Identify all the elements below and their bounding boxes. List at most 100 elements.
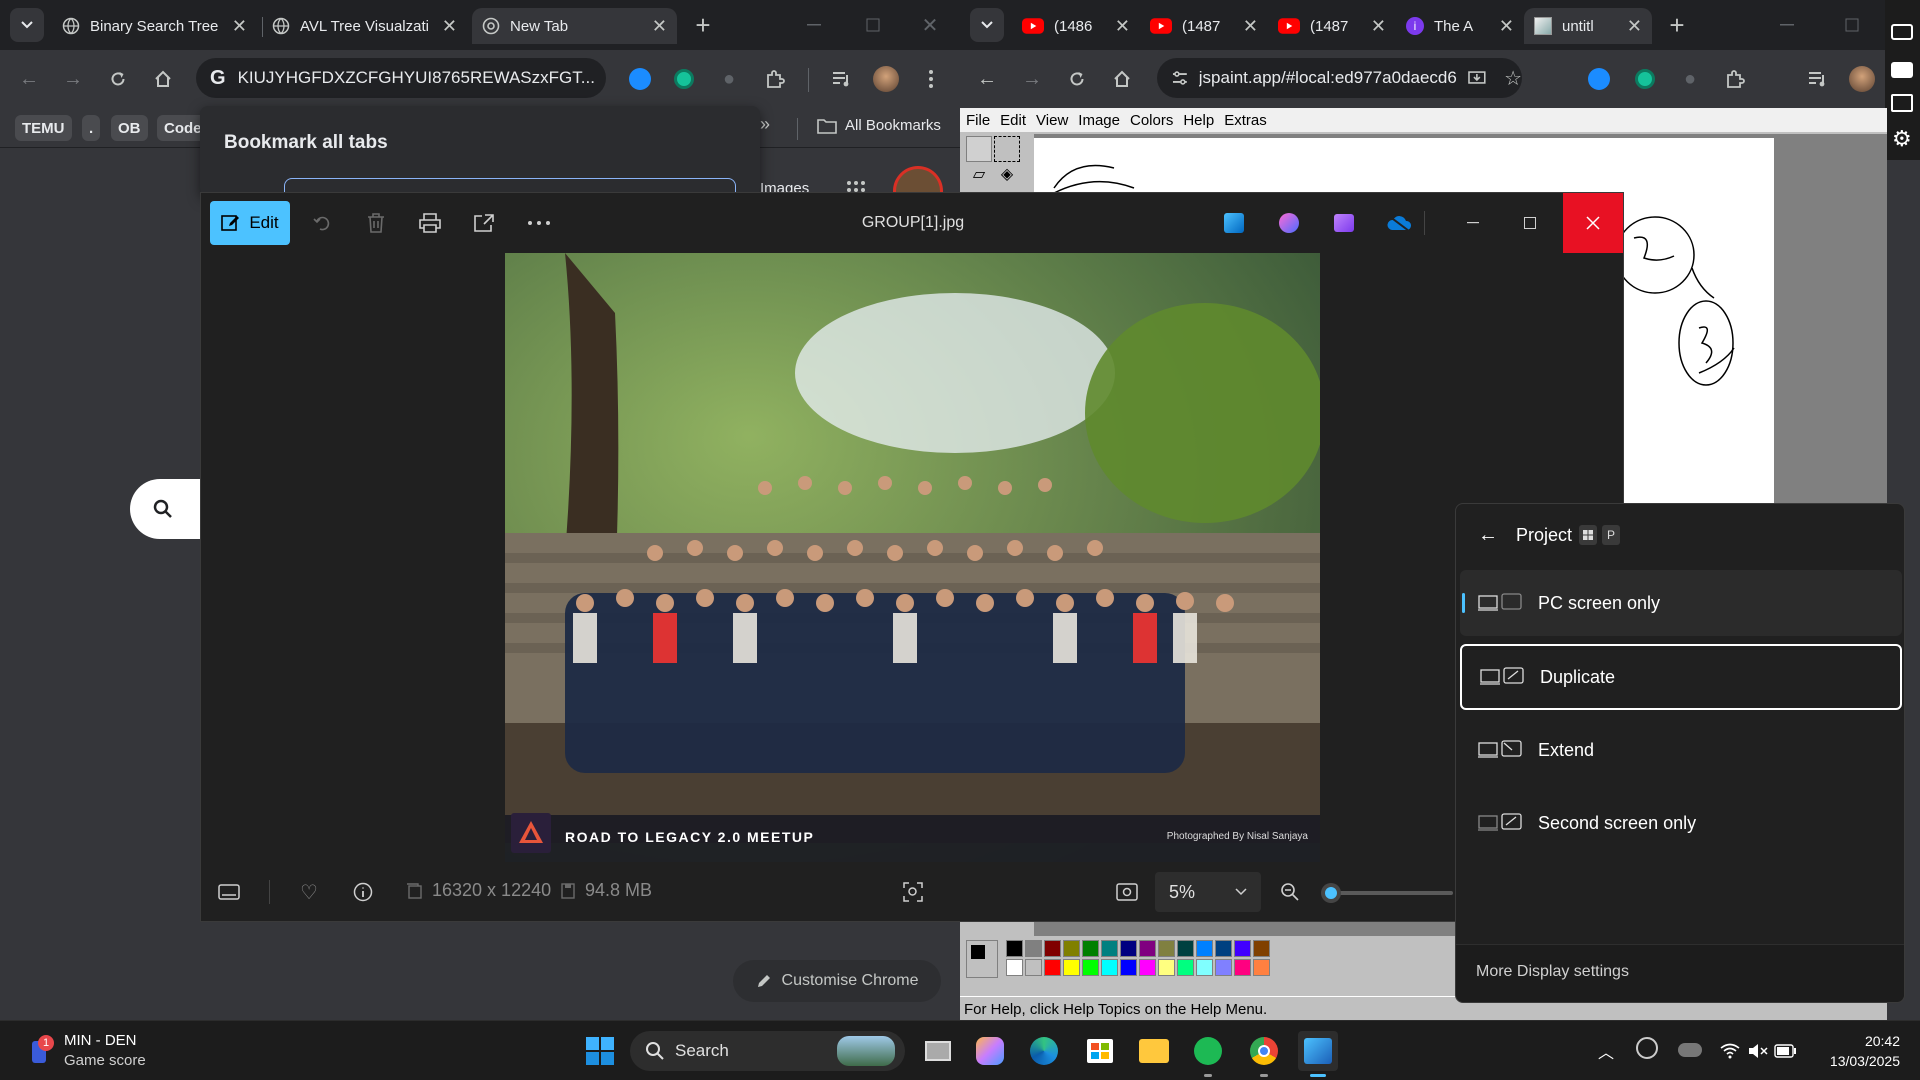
show-hidden-icons-chevron-icon[interactable]: ︿ — [1598, 1039, 1614, 1063]
zoom-select[interactable]: 5% — [1155, 872, 1261, 912]
grammarly-extension-icon[interactable] — [667, 62, 701, 96]
tab-youtube-3[interactable]: (1487 ✕ — [1268, 8, 1396, 44]
palette-swatch[interactable] — [1044, 940, 1061, 957]
star-icon[interactable]: ☆ — [1504, 66, 1522, 91]
home-button[interactable] — [146, 62, 180, 96]
close-window-button[interactable] — [1563, 193, 1623, 253]
palette-swatch[interactable] — [1101, 940, 1118, 957]
palette-swatch[interactable] — [1006, 959, 1023, 976]
eraser-tool[interactable]: ▱ — [966, 164, 992, 190]
close-tab-icon[interactable]: ✕ — [1115, 16, 1130, 37]
palette-swatch[interactable] — [1120, 940, 1137, 957]
gear-icon[interactable]: ⚙ — [1892, 126, 1912, 152]
sports-widget-icon[interactable]: 1 — [28, 1035, 54, 1065]
menu-view[interactable]: View — [1036, 112, 1068, 129]
extension-icon[interactable]: ● — [712, 62, 746, 96]
zoom-slider-track[interactable] — [1321, 883, 1453, 903]
onedrive-tray-icon[interactable] — [1678, 1043, 1702, 1057]
tab-avl-tree[interactable]: AVL Tree Visualzati ✕ — [262, 8, 467, 44]
onedrive-button[interactable] — [1385, 209, 1413, 237]
palette-swatch[interactable] — [1006, 940, 1023, 957]
photo-viewer-image[interactable]: ROAD TO LEGACY 2.0 MEETUP Photographed B… — [505, 253, 1320, 862]
info-button[interactable] — [349, 878, 377, 906]
profile-avatar[interactable] — [869, 62, 903, 96]
close-window-button[interactable]: ✕ — [913, 8, 947, 42]
quick-settings-button[interactable] — [1712, 1029, 1800, 1073]
install-app-icon[interactable] — [1468, 69, 1486, 87]
home-button[interactable] — [1105, 62, 1139, 96]
more-display-settings-link[interactable]: More Display settings — [1476, 963, 1629, 981]
media-control-icon[interactable] — [825, 62, 859, 96]
palette-swatch[interactable] — [1234, 940, 1251, 957]
new-tab-button[interactable]: + — [1660, 8, 1694, 42]
reload-button[interactable] — [101, 62, 135, 96]
close-tab-icon[interactable]: ✕ — [232, 16, 247, 37]
palette-swatch[interactable] — [1215, 940, 1232, 957]
palette-swatch[interactable] — [1253, 940, 1270, 957]
option-second-screen-only[interactable]: Second screen only — [1460, 790, 1902, 856]
all-bookmarks-button[interactable]: All Bookmarks — [817, 117, 941, 134]
palette-swatch[interactable] — [1158, 959, 1175, 976]
rect-select-tool[interactable] — [994, 136, 1020, 162]
close-tab-icon[interactable]: ✕ — [1499, 16, 1514, 37]
shazam-extension-icon[interactable] — [623, 62, 657, 96]
more-bookmarks-chevron-icon[interactable]: » — [760, 114, 770, 135]
option-extend[interactable]: Extend — [1460, 717, 1902, 783]
clock[interactable]: 20:42 13/03/2025 — [1810, 1031, 1900, 1071]
palette-swatch[interactable] — [1120, 959, 1137, 976]
chrome-menu-button[interactable] — [914, 62, 948, 96]
menu-file[interactable]: File — [966, 112, 990, 129]
filmstrip-button[interactable] — [215, 878, 243, 906]
file-explorer-app[interactable] — [1134, 1031, 1174, 1071]
spotify-app[interactable] — [1188, 1031, 1228, 1077]
palette-swatch[interactable] — [1063, 959, 1080, 976]
media-control-icon[interactable] — [1801, 62, 1835, 96]
palette-swatch[interactable] — [1025, 959, 1042, 976]
extension-icon[interactable]: ● — [1673, 62, 1707, 96]
menu-image[interactable]: Image — [1078, 112, 1120, 129]
clipchamp-button[interactable] — [1330, 209, 1358, 237]
copilot-app[interactable] — [970, 1031, 1010, 1071]
minimize-button[interactable] — [797, 8, 831, 42]
back-arrow-icon[interactable]: ← — [1478, 524, 1498, 547]
shazam-extension-icon[interactable] — [1582, 62, 1616, 96]
favorite-heart-icon[interactable]: ♡ — [295, 878, 323, 906]
menu-colors[interactable]: Colors — [1130, 112, 1173, 129]
actual-size-button[interactable] — [1113, 878, 1141, 906]
palette-swatch[interactable] — [1063, 940, 1080, 957]
chrome-app[interactable] — [1244, 1031, 1284, 1077]
free-select-tool[interactable] — [966, 136, 992, 162]
bookmark-ob[interactable]: OB — [111, 115, 148, 141]
forward-button[interactable]: → — [1015, 62, 1049, 96]
palette-swatch[interactable] — [1082, 959, 1099, 976]
palette-swatch[interactable] — [1101, 959, 1118, 976]
maximize-button[interactable] — [1516, 209, 1544, 237]
forward-button[interactable]: → — [56, 62, 90, 96]
palette-swatch[interactable] — [1196, 959, 1213, 976]
palette-swatch[interactable] — [1044, 959, 1061, 976]
reload-button[interactable] — [1060, 62, 1094, 96]
minimize-button[interactable] — [1770, 8, 1804, 42]
widget-title[interactable]: MIN - DEN — [64, 1032, 137, 1049]
palette-swatch[interactable] — [1196, 940, 1213, 957]
close-tab-icon[interactable]: ✕ — [652, 16, 667, 37]
tab-youtube-2[interactable]: (1487 ✕ — [1140, 8, 1268, 44]
minimize-button[interactable] — [1459, 209, 1487, 237]
close-tab-icon[interactable]: ✕ — [442, 16, 457, 37]
zoom-out-button[interactable] — [1276, 878, 1304, 906]
address-bar[interactable]: jspaint.app/#local:ed977a0daecd6 ☆ — [1157, 58, 1522, 98]
tab-binary-search-tree[interactable]: Binary Search Tree ✕ — [52, 8, 257, 44]
paint-app-button[interactable] — [1220, 209, 1248, 237]
back-button[interactable]: ← — [12, 62, 46, 96]
window-icon[interactable] — [1891, 94, 1913, 112]
close-tab-icon[interactable]: ✕ — [1627, 16, 1642, 37]
palette-swatch[interactable] — [1177, 959, 1194, 976]
customise-chrome-button[interactable]: Customise Chrome — [733, 960, 941, 1002]
extensions-puzzle-icon[interactable] — [758, 62, 792, 96]
maximize-button[interactable] — [856, 8, 890, 42]
store-app[interactable] — [1080, 1031, 1120, 1071]
task-view-button[interactable] — [918, 1031, 958, 1071]
menu-edit[interactable]: Edit — [1000, 112, 1026, 129]
new-tab-button[interactable]: + — [686, 8, 720, 42]
palette-swatch[interactable] — [1139, 940, 1156, 957]
